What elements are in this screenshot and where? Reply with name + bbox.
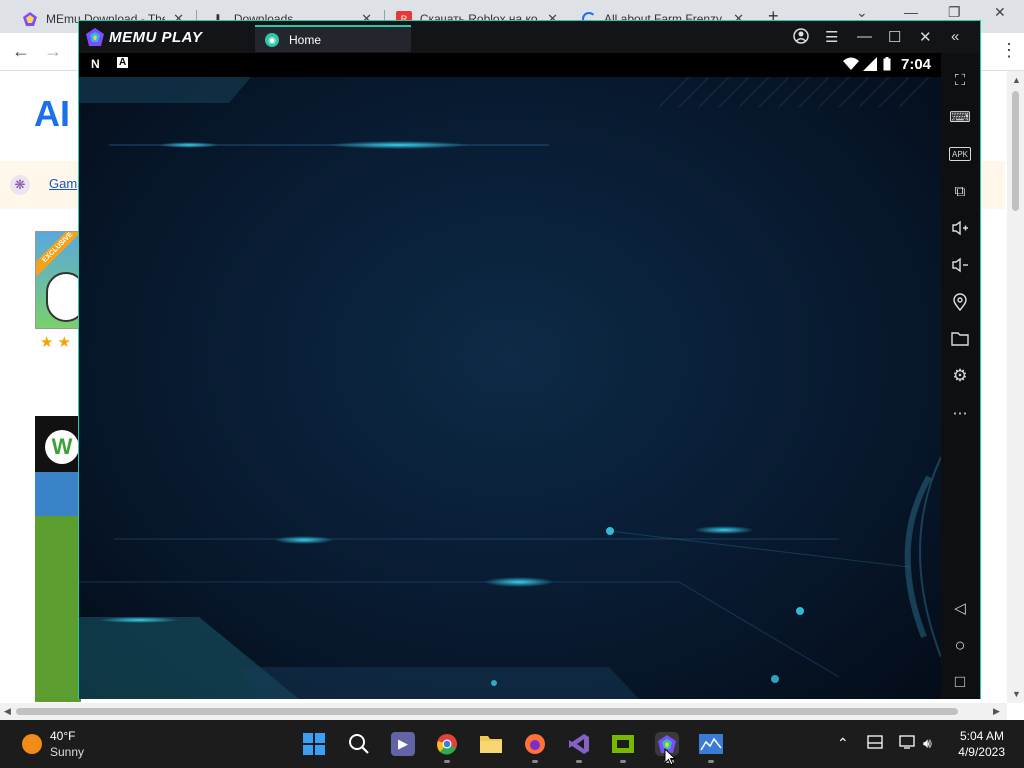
back-button[interactable]: ← — [12, 41, 30, 62]
browser-menu-button[interactable]: ⋮ — [1000, 40, 1018, 61]
rating-stars: ★★ — [40, 334, 75, 351]
network-icon[interactable] — [899, 735, 917, 752]
game-banner-image[interactable]: W — [35, 416, 81, 702]
memu-logo: MEMU PLAY — [85, 27, 202, 47]
recents-nav-icon[interactable]: □ — [949, 671, 971, 693]
scroll-down-icon[interactable]: ▼ — [1012, 689, 1021, 699]
apk-icon[interactable]: APK — [949, 147, 971, 161]
search-icon[interactable] — [347, 732, 371, 756]
volume-down-icon[interactable] — [949, 254, 971, 276]
nvidia-icon[interactable] — [611, 732, 635, 756]
game-thumbnail[interactable]: EXCLUSIVE — [35, 231, 81, 329]
running-indicator — [708, 760, 714, 763]
running-indicator — [444, 760, 450, 763]
account-icon[interactable] — [793, 28, 809, 48]
running-indicator — [620, 760, 626, 763]
weather-temperature[interactable]: 40°F — [50, 729, 75, 743]
maximize-icon[interactable]: ☐ — [888, 28, 901, 46]
window-minimize-icon[interactable]: — — [904, 4, 918, 20]
home-tab-icon: ◉ — [265, 32, 279, 47]
scroll-up-icon[interactable]: ▲ — [1012, 75, 1021, 85]
menu-icon[interactable]: ☰ — [825, 28, 838, 46]
scroll-left-icon[interactable]: ◀ — [4, 706, 11, 717]
weather-sun-icon[interactable] — [22, 734, 42, 754]
show-hidden-icons-icon[interactable]: ⌃ — [837, 735, 849, 752]
memu-sidebar: ⛶ ⌨ APK ⧉ ⚙ ⋯ ◁ ○ □ — [941, 53, 980, 699]
running-indicator — [576, 760, 582, 763]
mouse-cursor-icon — [664, 747, 677, 768]
firefox-icon[interactable] — [523, 732, 547, 756]
home-tab-label: Home — [289, 32, 322, 47]
close-icon[interactable]: ✕ — [919, 28, 932, 46]
exclusive-badge: EXCLUSIVE — [36, 232, 80, 276]
android-status-bar: N A 7:04 — [79, 53, 941, 77]
multi-window-icon[interactable]: ⧉ — [949, 180, 971, 202]
file-explorer-icon[interactable] — [479, 732, 503, 756]
minimize-icon[interactable]: — — [857, 28, 872, 45]
home-nav-icon[interactable]: ○ — [949, 634, 971, 656]
speaker-icon[interactable]: 🔊︎ — [923, 735, 932, 752]
window-restore-icon[interactable]: ❐ — [948, 4, 961, 21]
w-logo: W — [45, 430, 79, 464]
window-close-icon[interactable]: ✕ — [994, 4, 1006, 21]
site-logo[interactable]: AI — [34, 93, 70, 135]
windows-taskbar: 40°F Sunny ▶ ⌃ 🔊︎ 5:04 AM 4/9/2023 — [0, 720, 1024, 768]
memu-brand: MEMU PLAY — [109, 28, 203, 46]
wallpaper-graphic — [79, 77, 941, 699]
notification-a-icon: A — [117, 57, 129, 68]
taskbar-date[interactable]: 4/9/2023 — [945, 745, 1005, 759]
paw-icon: ❋ — [10, 175, 30, 195]
touch-keyboard-icon[interactable] — [867, 735, 883, 752]
fullscreen-icon[interactable]: ⛶ — [949, 69, 971, 91]
running-indicator — [532, 760, 538, 763]
scroll-right-icon[interactable]: ▶ — [993, 706, 1000, 717]
meet-icon[interactable]: ▶ — [391, 732, 415, 756]
page-vertical-scrollbar[interactable]: ▲ ▼ — [1007, 71, 1024, 703]
tab-home[interactable]: ◉ Home — [255, 25, 411, 52]
taskbar-time[interactable]: 5:04 AM — [956, 729, 1004, 743]
chrome-icon[interactable] — [435, 732, 459, 756]
memu-icon — [22, 11, 38, 27]
volume-up-icon[interactable] — [949, 217, 971, 239]
notification-n-icon: N — [91, 57, 100, 71]
scroll-thumb[interactable] — [16, 708, 958, 715]
battery-icon — [883, 57, 891, 74]
start-icon[interactable] — [302, 732, 326, 756]
android-clock: 7:04 — [901, 56, 932, 73]
visual-studio-icon[interactable] — [567, 732, 591, 756]
wifi-icon — [843, 57, 859, 74]
games-link[interactable]: Gam — [49, 176, 77, 191]
memu-title-bar[interactable]: MEMU PLAY ◉ Home ☰ — ☐ ✕ « — [79, 21, 980, 53]
memu-window: MEMU PLAY ◉ Home ☰ — ☐ ✕ « N A 7:04 ⛶ ⌨ … — [78, 20, 981, 699]
keyboard-icon[interactable]: ⌨ — [949, 106, 971, 128]
android-home-screen[interactable] — [79, 77, 941, 699]
folder-icon[interactable] — [949, 328, 971, 350]
scroll-thumb[interactable] — [1012, 91, 1019, 211]
more-icon[interactable]: ⋯ — [949, 402, 971, 424]
signal-icon — [863, 57, 877, 74]
memu-gem-icon — [86, 28, 104, 46]
tab-search-icon[interactable]: ⌄ — [856, 4, 868, 21]
location-icon[interactable] — [949, 291, 971, 313]
settings-icon[interactable]: ⚙ — [949, 365, 971, 387]
page-horizontal-scrollbar[interactable]: ◀ ▶ — [0, 703, 1007, 720]
forward-button[interactable]: → — [44, 41, 62, 62]
back-nav-icon[interactable]: ◁ — [949, 597, 971, 619]
weather-condition[interactable]: Sunny — [50, 745, 84, 759]
collapse-icon[interactable]: « — [951, 28, 959, 45]
resource-monitor-icon[interactable] — [699, 732, 723, 756]
cow-image — [46, 272, 80, 322]
